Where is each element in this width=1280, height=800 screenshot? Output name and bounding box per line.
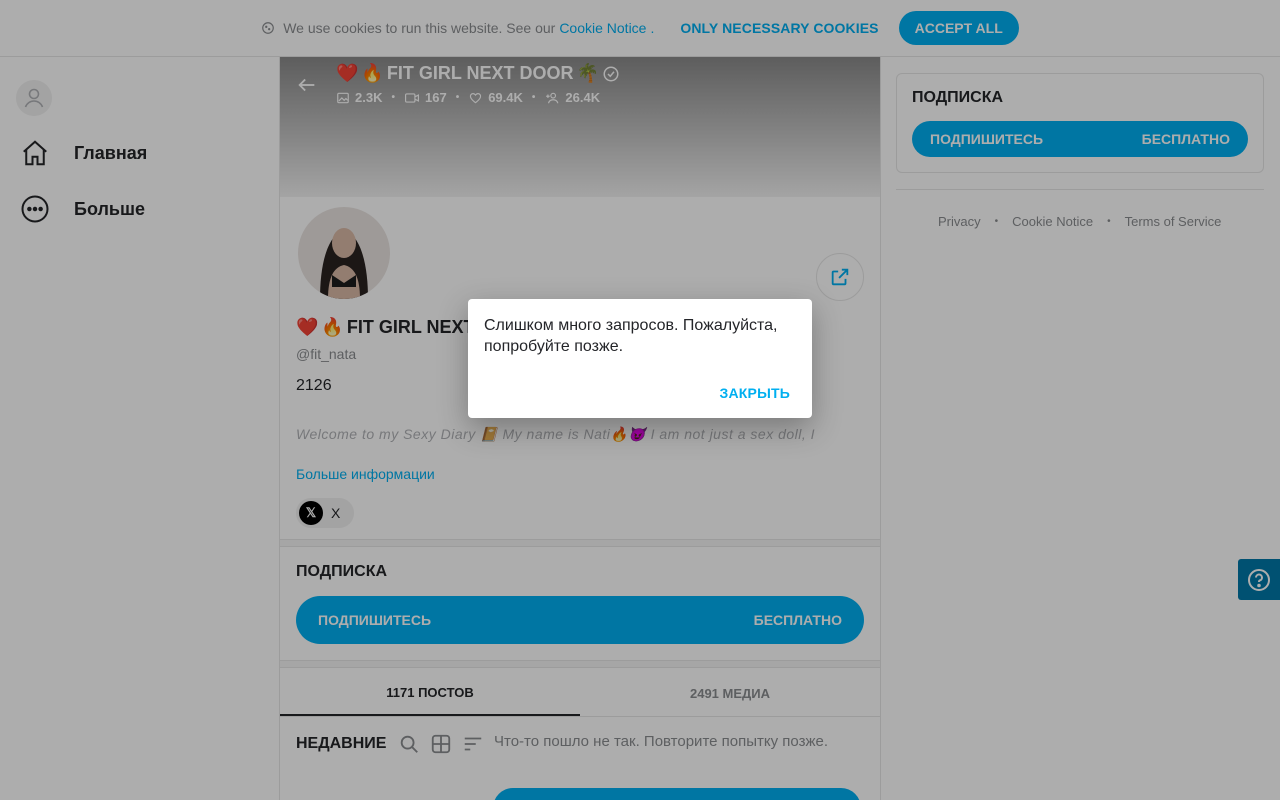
error-dialog: Слишком много запросов. Пожалуйста, попр…: [468, 299, 812, 418]
dialog-message: Слишком много запросов. Пожалуйста, попр…: [484, 317, 778, 355]
dialog-close-button[interactable]: ЗАКРЫТЬ: [720, 385, 790, 401]
